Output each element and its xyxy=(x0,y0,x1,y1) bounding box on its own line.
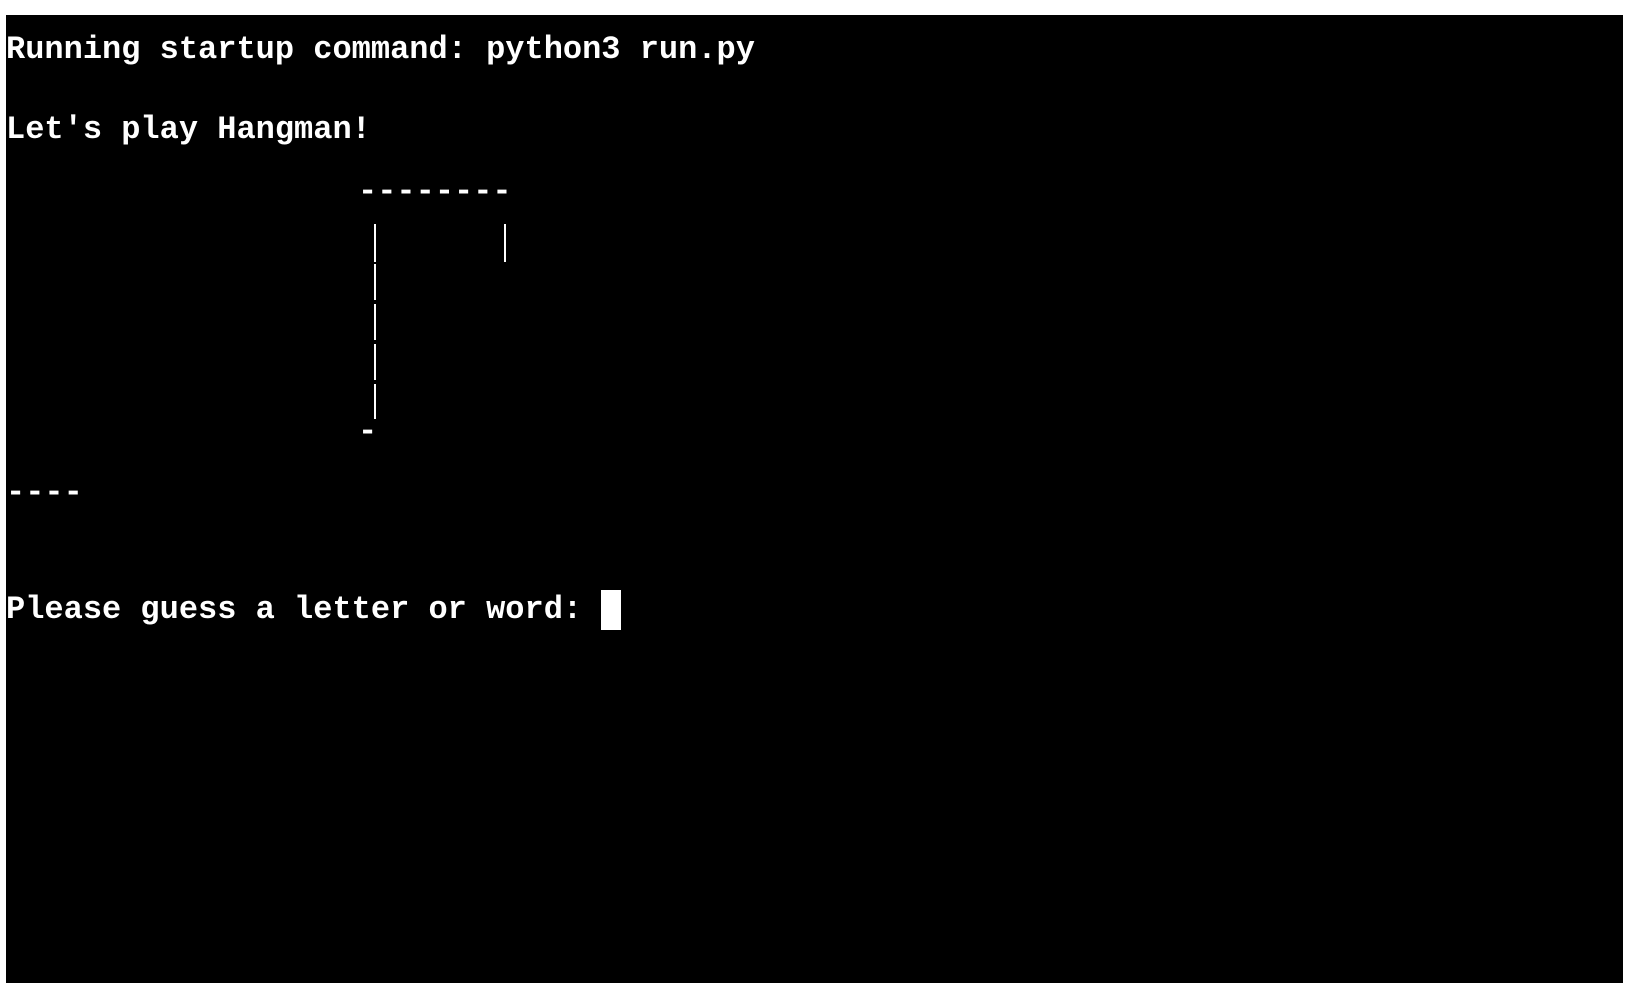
startup-command-line: Running startup command: python3 run.py xyxy=(6,31,755,68)
text-cursor[interactable] xyxy=(601,590,622,630)
welcome-message: Let's play Hangman! xyxy=(6,111,371,148)
terminal-window[interactable]: Running startup command: python3 run.py … xyxy=(6,15,1623,983)
word-display: ---- xyxy=(6,474,83,511)
gallows-drawing xyxy=(374,224,506,419)
hangman-gallows: -------- - xyxy=(358,172,540,472)
guess-prompt-line[interactable]: Please guess a letter or word: xyxy=(6,590,622,630)
gallows-base: - xyxy=(358,413,378,450)
guess-prompt-text: Please guess a letter or word: xyxy=(6,591,602,628)
